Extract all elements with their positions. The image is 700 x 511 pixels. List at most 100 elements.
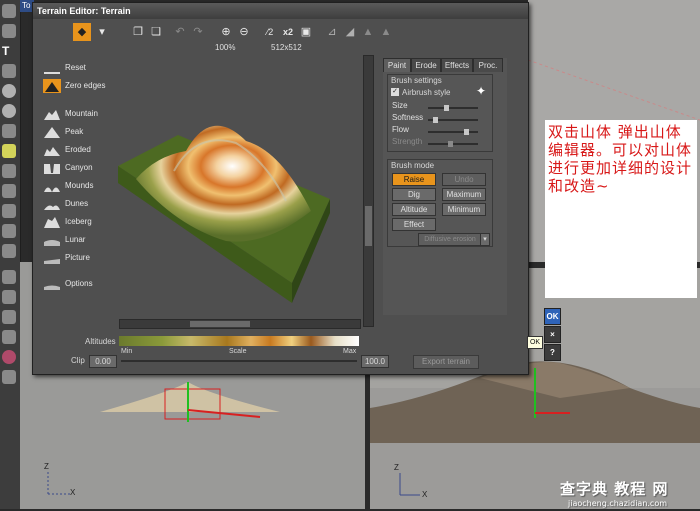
softness-slider-label: Softness [392, 113, 424, 122]
tool-icon[interactable] [2, 330, 16, 344]
max-label: Max [343, 348, 357, 355]
tab-proc[interactable]: Proc. [473, 58, 503, 72]
terrain-tool-icon[interactable]: ◢ [341, 23, 359, 41]
tab-erode[interactable]: Erode [411, 58, 441, 72]
picture-icon [43, 251, 61, 265]
scale-label: Scale [229, 348, 247, 355]
preset-label: Options [65, 279, 93, 288]
dialog-title: Terrain Editor: Terrain [33, 3, 528, 19]
axis-gizmo [399, 473, 420, 496]
preset-label: Mounds [65, 181, 94, 190]
copy-icon[interactable]: ❐ [129, 23, 147, 41]
terrain-tool-icon[interactable]: ▲ [377, 23, 395, 41]
eroded-icon [43, 143, 61, 157]
preset-label: Peak [65, 127, 84, 136]
tool-icon[interactable] [2, 24, 16, 38]
text-tool-icon[interactable]: T [2, 44, 16, 58]
watermark-main: 查字典 教程 网 [560, 480, 669, 498]
sphere-tool-icon[interactable] [2, 104, 16, 118]
resolution-icon[interactable]: ▣ [297, 23, 315, 41]
export-terrain-button[interactable]: Export terrain [413, 355, 479, 369]
annotation-box: 双击山体 弹出山体编辑器。可以对山体进行更加详细的设计和改造~ [545, 120, 697, 298]
preset-label: Eroded [65, 145, 91, 154]
strength-slider-label: Strength [392, 137, 423, 146]
scroll-thumb[interactable] [365, 206, 372, 246]
lunar-icon [43, 233, 61, 247]
tool-icon[interactable] [2, 310, 16, 324]
help-button[interactable]: ? [544, 344, 561, 361]
tooltip: OK [527, 336, 543, 349]
strength-slider[interactable] [428, 141, 478, 147]
annotation-text: 双击山体 弹出山体编辑器。可以对山体进行更加详细的设计和改造~ [548, 123, 693, 195]
redo-icon[interactable]: ↷ [189, 23, 207, 41]
terrain-tool-icon[interactable]: ▲ [359, 23, 377, 41]
preset-label: Iceberg [65, 217, 92, 226]
undo-button[interactable]: Undo [442, 173, 486, 186]
scroll-thumb[interactable] [190, 321, 250, 327]
zoom-out-icon[interactable]: ⊖ [235, 23, 253, 41]
softness-slider[interactable] [428, 117, 478, 123]
paint-dropdown-icon[interactable]: ▾ [93, 23, 111, 41]
horizontal-scrollbar[interactable] [119, 319, 361, 329]
tool-icon[interactable] [2, 4, 16, 18]
dig-button[interactable]: Dig [392, 188, 436, 201]
tool-icon[interactable] [2, 204, 16, 218]
preset-label: Lunar [65, 235, 86, 244]
tool-icon[interactable] [2, 224, 16, 238]
double-resolution-button[interactable]: x2 [279, 23, 297, 41]
airbrush-checkbox[interactable]: ✓ [391, 88, 399, 96]
slider-knob[interactable] [464, 129, 469, 135]
tool-icon[interactable] [2, 184, 16, 198]
axis-gizmo [47, 472, 70, 495]
size-slider-label: Size [392, 101, 408, 110]
sphere-tool-icon[interactable] [2, 84, 16, 98]
terrain-preview[interactable] [116, 51, 366, 313]
flow-slider[interactable] [428, 129, 478, 135]
min-label: Min [121, 348, 133, 355]
options-icon [43, 277, 61, 291]
tool-icon[interactable] [2, 144, 16, 158]
effect-button[interactable]: Effect [392, 218, 436, 231]
tool-icon[interactable] [2, 350, 16, 364]
preset-label: Mountain [65, 109, 98, 118]
tool-icon[interactable] [2, 164, 16, 178]
mounds-icon [43, 179, 61, 193]
tab-effects[interactable]: Effects [441, 58, 473, 72]
altitude-button[interactable]: Altitude [392, 203, 436, 216]
brush-panel: Paint Erode Effects Proc. Brush settings… [383, 58, 507, 315]
undo-icon[interactable]: ↶ [171, 23, 189, 41]
paint-mode-icon[interactable]: ◆ [73, 23, 91, 41]
ok-button[interactable]: OK [544, 308, 561, 325]
slider-knob[interactable] [433, 117, 438, 123]
watermark: 查字典 教程 网 jiaocheng.chazidian.com [560, 478, 668, 508]
tool-icon[interactable] [2, 64, 16, 78]
maximum-button[interactable]: Maximum [442, 188, 486, 201]
tool-icon[interactable] [2, 270, 16, 284]
half-resolution-icon[interactable]: ⁄2 [261, 23, 279, 41]
size-slider[interactable] [428, 105, 478, 111]
minimum-button[interactable]: Minimum [442, 203, 486, 216]
paste-icon[interactable]: ❏ [147, 23, 165, 41]
raise-button[interactable]: Raise [392, 173, 436, 186]
tool-icon[interactable] [2, 124, 16, 138]
slider-knob[interactable] [444, 105, 449, 111]
effect-select[interactable]: Diffusive erosion [418, 233, 482, 246]
tool-icon[interactable] [2, 244, 16, 258]
tab-paint[interactable]: Paint [383, 58, 411, 72]
chevron-down-icon[interactable]: ▾ [480, 233, 490, 246]
clip-range-track[interactable] [121, 360, 357, 362]
close-button[interactable]: × [544, 326, 561, 343]
clip-min-field[interactable]: 0.00 [89, 355, 117, 368]
effect-select-value: Diffusive erosion [424, 236, 476, 243]
altitude-gradient[interactable] [119, 336, 359, 346]
terrain-tool-icon[interactable]: ⊿ [323, 23, 341, 41]
slider-knob[interactable] [448, 141, 453, 147]
vertical-scrollbar[interactable] [363, 55, 374, 327]
clip-max-field[interactable]: 100.0 [361, 355, 389, 368]
altitudes-label: Altitudes [85, 337, 116, 346]
pin-icon[interactable]: ✦ [476, 84, 486, 98]
zoom-in-icon[interactable]: ⊕ [217, 23, 235, 41]
preset-label: Canyon [65, 163, 93, 172]
tool-icon[interactable] [2, 370, 16, 384]
tool-icon[interactable] [2, 290, 16, 304]
